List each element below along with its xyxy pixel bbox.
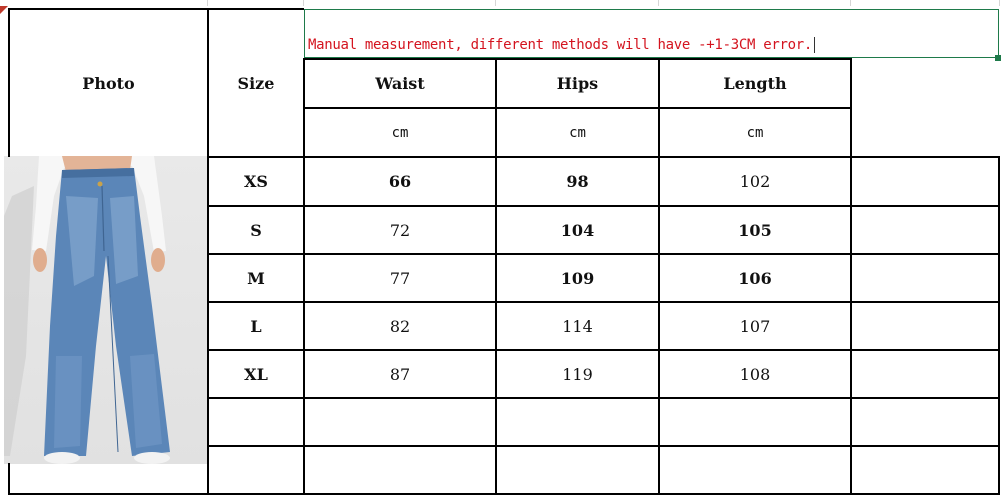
wide-leg-jeans-photo: [4, 156, 170, 464]
sheet-gridlines: [0, 0, 1002, 6]
unit-length: cm: [746, 124, 764, 141]
size-cell: S: [250, 220, 262, 240]
size-cell: XL: [244, 364, 268, 384]
waist-cell: 77: [389, 268, 411, 288]
length-cell: 102: [739, 172, 771, 191]
size-cell: M: [247, 268, 265, 288]
header-photo: Photo: [82, 73, 135, 93]
size-chart-sheet: Manual measurement, different methods wi…: [0, 0, 1002, 497]
measurement-note-text: Manual measurement, different methods wi…: [308, 37, 812, 53]
hips-cell: 104: [560, 220, 595, 240]
size-cell: XS: [244, 172, 268, 191]
text-cursor: [813, 37, 815, 53]
column-line: [8, 463, 10, 495]
length-cell: 105: [738, 220, 772, 240]
column-line: [998, 156, 1000, 495]
measurement-note[interactable]: Manual measurement, different methods wi…: [308, 37, 815, 59]
column-line: [850, 58, 852, 495]
header-hips: Hips: [556, 74, 599, 93]
header-size: Size: [237, 73, 275, 93]
selection-fill-handle[interactable]: [995, 55, 1001, 61]
unit-waist: cm: [391, 124, 409, 141]
length-cell: 106: [738, 268, 772, 288]
hips-cell: 119: [562, 364, 593, 384]
product-photo: [4, 156, 207, 464]
waist-cell: 66: [388, 172, 412, 191]
length-cell: 107: [739, 316, 771, 336]
length-cell: 108: [739, 364, 771, 384]
unit-hips: cm: [569, 124, 586, 141]
hips-cell: 109: [560, 268, 595, 288]
waist-cell: 82: [389, 316, 411, 336]
size-cell: L: [250, 316, 262, 336]
hips-cell: 114: [562, 316, 593, 336]
header-length: Length: [723, 74, 787, 93]
hips-cell: 98: [566, 172, 589, 191]
cell-comment-marker: [0, 6, 8, 14]
table-border-top: [8, 8, 304, 10]
row-line: [208, 445, 1000, 447]
waist-cell: 72: [389, 220, 411, 240]
row-line: [208, 397, 1000, 399]
waist-cell: 87: [389, 364, 411, 384]
header-waist: Waist: [375, 74, 425, 93]
